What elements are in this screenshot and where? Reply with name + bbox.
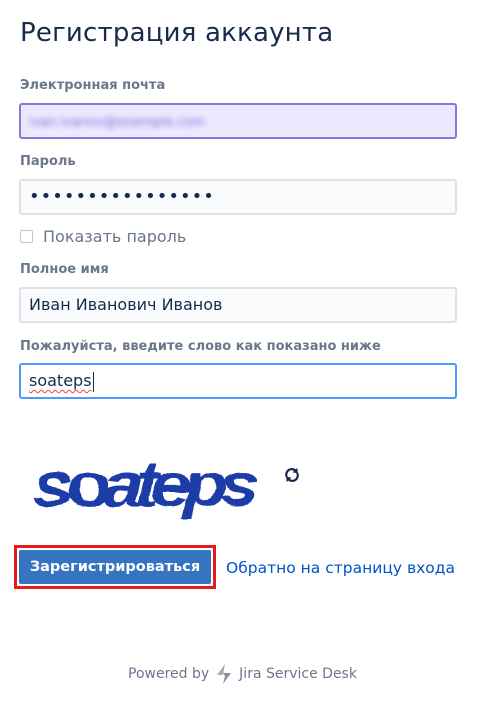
captcha-image-text: soateps <box>34 451 257 520</box>
powered-by-text: Powered by <box>128 666 210 682</box>
jira-service-desk-logo-icon <box>217 664 232 684</box>
email-label: Электронная почта <box>20 78 166 93</box>
email-field[interactable]: ivan.ivanov@example.com <box>19 103 457 139</box>
captcha-value: soateps <box>29 371 92 390</box>
register-button[interactable]: Зарегистрироваться <box>19 550 211 584</box>
captcha-input[interactable]: soateps <box>19 363 457 399</box>
full-name-value: Иван Иванович Иванов <box>29 295 223 314</box>
product-name: Jira Service Desk <box>239 666 357 682</box>
full-name-label: Полное имя <box>20 262 109 277</box>
refresh-icon[interactable] <box>281 464 303 486</box>
show-password-toggle[interactable]: Показать пароль <box>20 227 186 246</box>
footer: Powered by Jira Service Desk <box>0 664 485 684</box>
captcha-image: soateps <box>34 451 257 520</box>
email-value: ivan.ivanov@example.com <box>29 115 205 130</box>
back-to-login-link[interactable]: Обратно на страницу входа <box>226 559 455 577</box>
password-field[interactable]: •••••••••••••••• <box>19 179 457 215</box>
show-password-label: Показать пароль <box>43 227 187 246</box>
text-caret <box>92 371 94 392</box>
captcha-label: Пожалуйста, введите слово как показано н… <box>20 339 381 354</box>
submit-button-highlight: Зарегистрироваться <box>14 545 216 589</box>
show-password-checkbox[interactable] <box>20 230 33 243</box>
password-value: •••••••••••••••• <box>29 186 215 207</box>
full-name-field[interactable]: Иван Иванович Иванов <box>19 287 457 323</box>
page-title: Регистрация аккаунта <box>20 18 334 48</box>
password-label: Пароль <box>20 154 76 169</box>
